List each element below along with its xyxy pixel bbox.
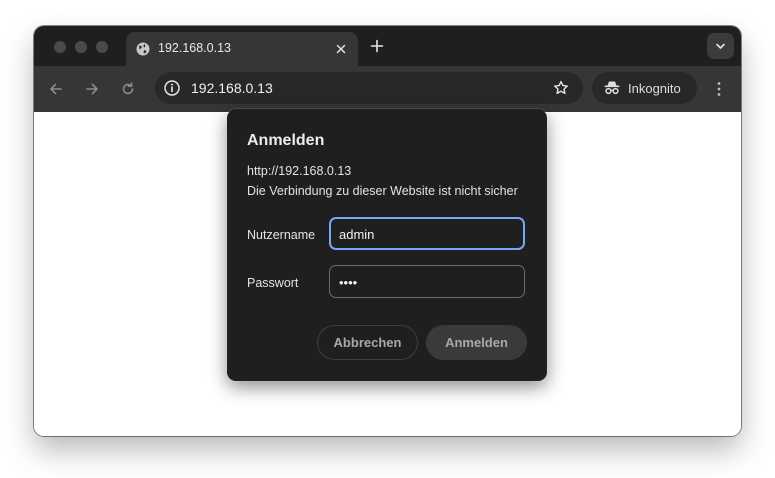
globe-icon: [136, 42, 150, 56]
plus-icon[interactable]: [370, 39, 384, 53]
reload-icon[interactable]: [119, 80, 137, 98]
browser-toolbar: 192.168.0.13 Inkognito: [34, 66, 741, 112]
star-icon[interactable]: [553, 80, 569, 96]
username-label: Nutzername: [247, 228, 316, 242]
cancel-button[interactable]: Abbrechen: [317, 325, 418, 360]
incognito-badge[interactable]: Inkognito: [592, 72, 697, 104]
forward-arrow-icon[interactable]: [83, 80, 101, 98]
close-icon[interactable]: [334, 42, 348, 56]
username-input[interactable]: admin: [329, 217, 525, 250]
dialog-warning: Die Verbindung zu dieser Website ist nic…: [247, 184, 518, 198]
more-menu-icon[interactable]: [712, 80, 726, 98]
incognito-icon: [604, 81, 620, 95]
tab-active[interactable]: 192.168.0.13: [126, 32, 358, 66]
address-bar[interactable]: 192.168.0.13: [155, 72, 583, 104]
close-window-button[interactable]: [54, 41, 66, 53]
info-icon[interactable]: [163, 79, 181, 97]
chevron-down-icon: [716, 43, 725, 49]
back-arrow-icon[interactable]: [47, 80, 65, 98]
minimize-window-button[interactable]: [75, 41, 87, 53]
tab-bar: 192.168.0.13: [34, 26, 741, 66]
dialog-origin: http://192.168.0.13: [247, 164, 352, 178]
dialog-title: Anmelden: [247, 132, 325, 149]
tab-title: 192.168.0.13: [158, 41, 231, 55]
zoom-window-button[interactable]: [96, 41, 108, 53]
tab-search-button[interactable]: [707, 33, 734, 59]
sign-in-button[interactable]: Anmelden: [426, 325, 527, 360]
auth-dialog: Anmelden http://192.168.0.13 Die Verbind…: [227, 109, 547, 381]
password-label: Passwort: [247, 276, 299, 290]
password-input[interactable]: ••••: [329, 265, 525, 298]
incognito-label: Inkognito: [628, 81, 681, 96]
address-bar-url: 192.168.0.13: [191, 80, 273, 96]
